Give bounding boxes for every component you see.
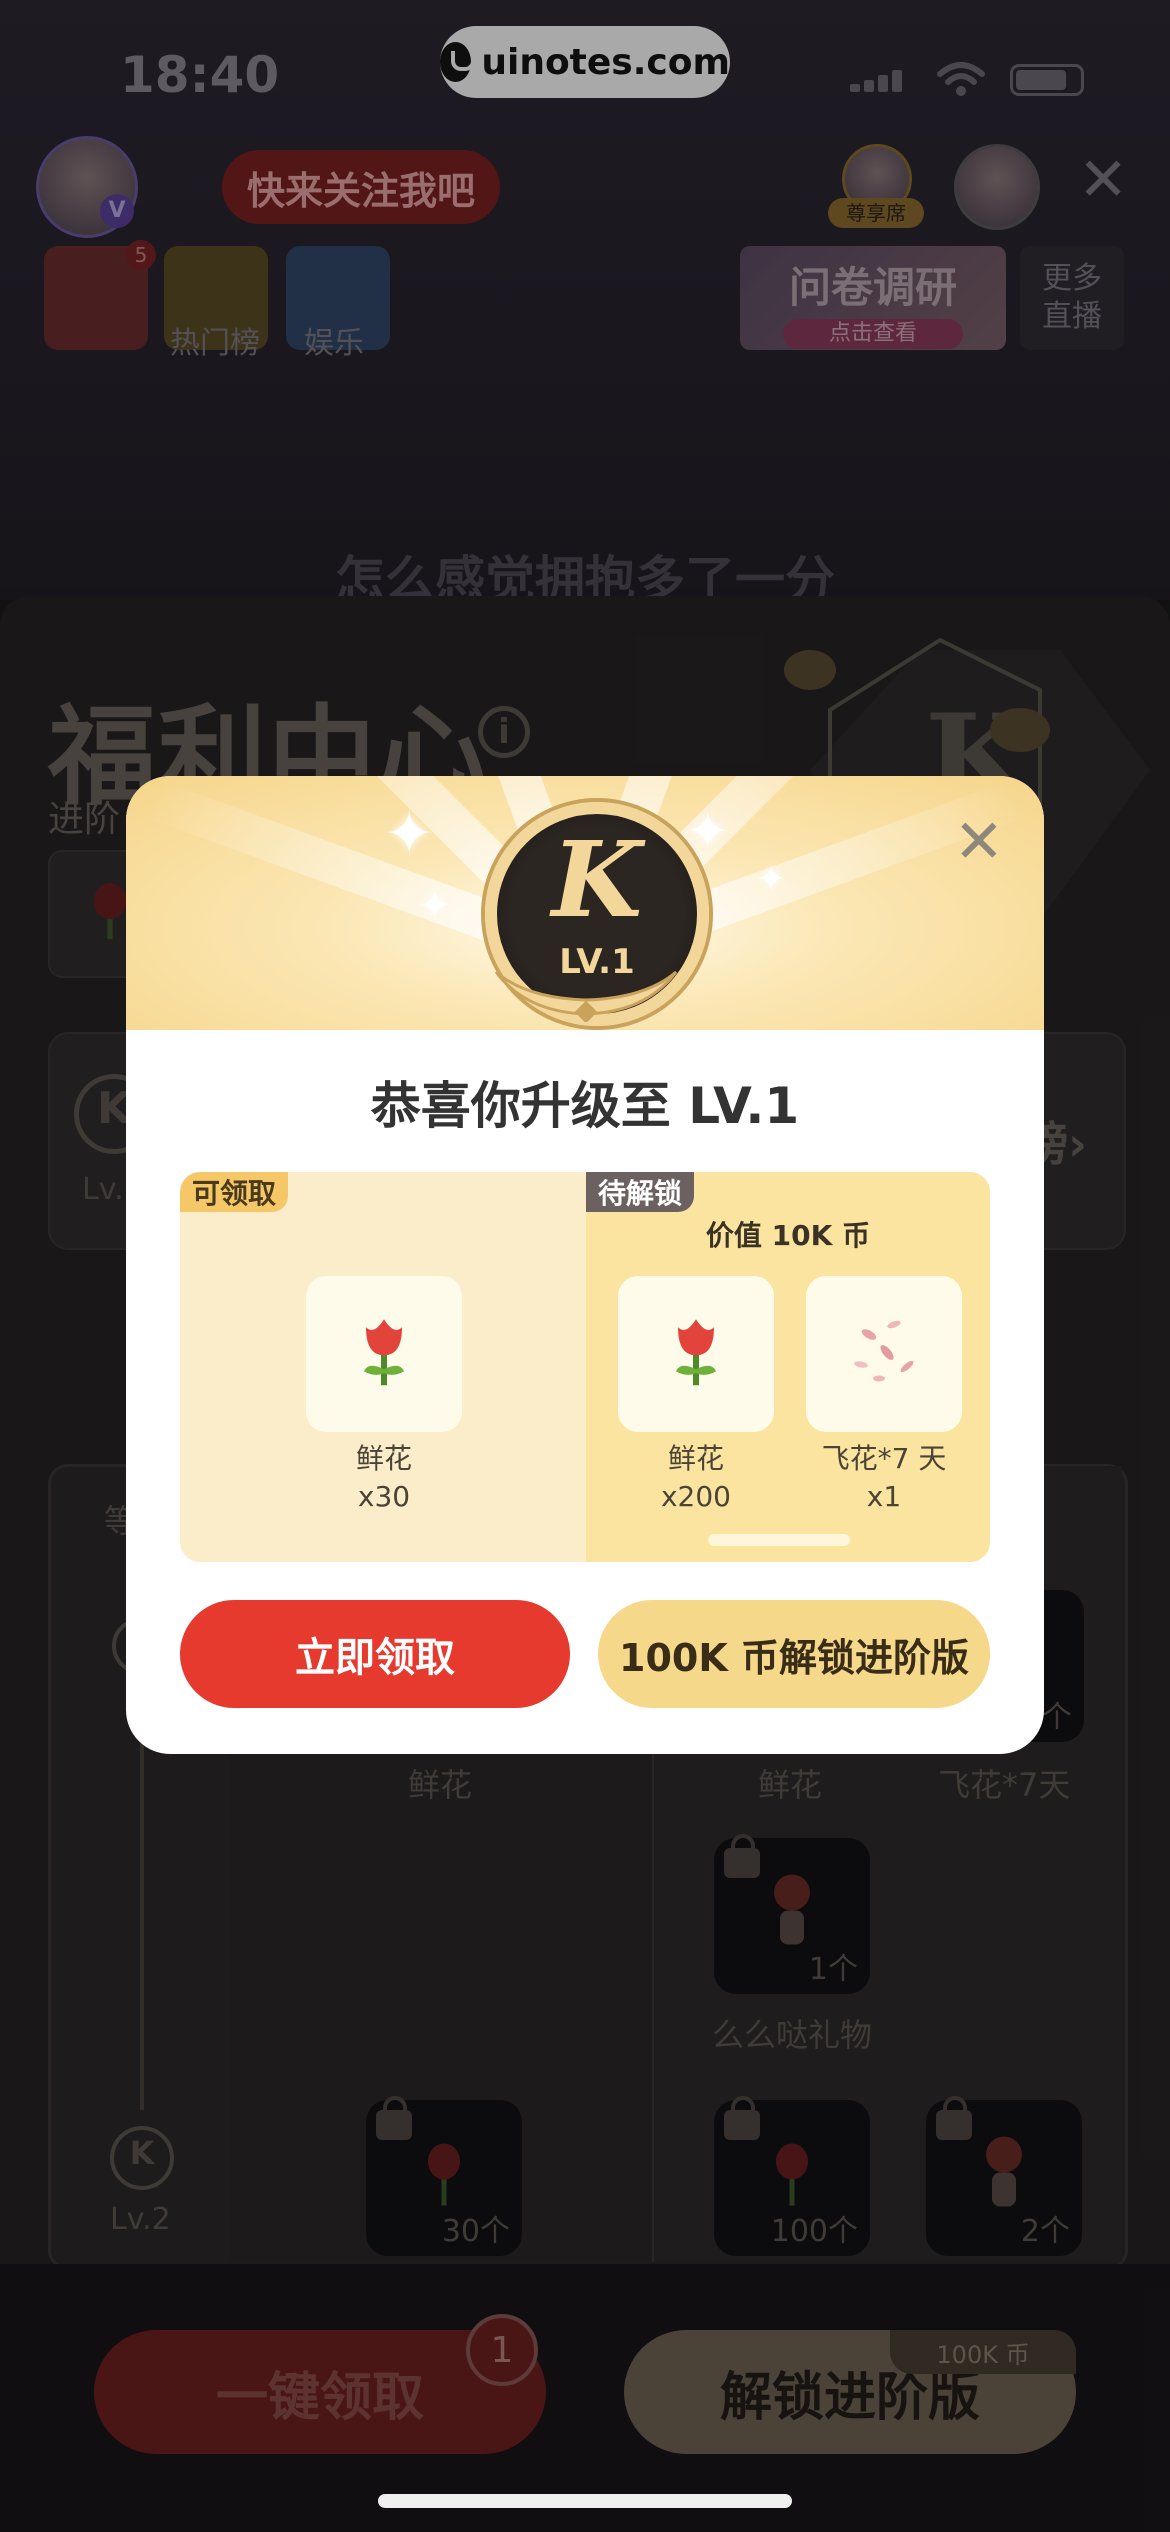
petals-icon (854, 1320, 914, 1382)
claim-now-button[interactable]: 立即领取 (180, 1600, 570, 1708)
locked-flower-card (618, 1276, 774, 1432)
sparkle-icon: ✦ (384, 799, 435, 869)
close-modal-icon[interactable]: ✕ (954, 812, 1004, 872)
tag-locked: 待解锁 (586, 1172, 695, 1212)
locked-item-name: 鲜花 (667, 1442, 724, 1475)
unlock-with-coins-button[interactable]: 100K 币解锁进阶版 (598, 1600, 990, 1708)
locked-value-text: 价值 10K 币 (705, 1219, 871, 1252)
tag-claimable: 可领取 (180, 1172, 289, 1212)
scroll-indicator (708, 1534, 850, 1546)
modal-title: 恭喜你升级至 LV.1 (370, 1077, 800, 1135)
sparkle-icon: ✦ (756, 859, 787, 900)
medal-letter: K (551, 818, 643, 941)
modal-header: ✦ ✦ ✦ ✦ K LV.1 ✕ (126, 776, 1044, 1030)
reward-box: 可领取 待解锁 价值 10K 币 鲜花 x30 鲜花 x200 飞花*7 天 x… (180, 1172, 990, 1562)
fly-flower-name: 飞花*7 天 (821, 1442, 947, 1475)
sparkle-icon: ✦ (418, 883, 452, 929)
free-item-name: 鲜花 (355, 1442, 412, 1475)
fly-flower-qty: x1 (866, 1480, 902, 1513)
locked-item-qty: x200 (660, 1480, 731, 1513)
medal-wings-icon (494, 970, 678, 1022)
free-item-qty: x30 (357, 1480, 411, 1513)
home-indicator[interactable] (378, 2494, 792, 2508)
fly-flower-card (806, 1276, 962, 1432)
flower-icon (676, 1319, 716, 1386)
flower-icon (364, 1319, 404, 1386)
levelup-modal: ✦ ✦ ✦ ✦ K LV.1 ✕ 恭喜你升级至 LV.1 可领取 待解锁 价值 … (126, 776, 1044, 1754)
free-flower-card (306, 1276, 462, 1432)
